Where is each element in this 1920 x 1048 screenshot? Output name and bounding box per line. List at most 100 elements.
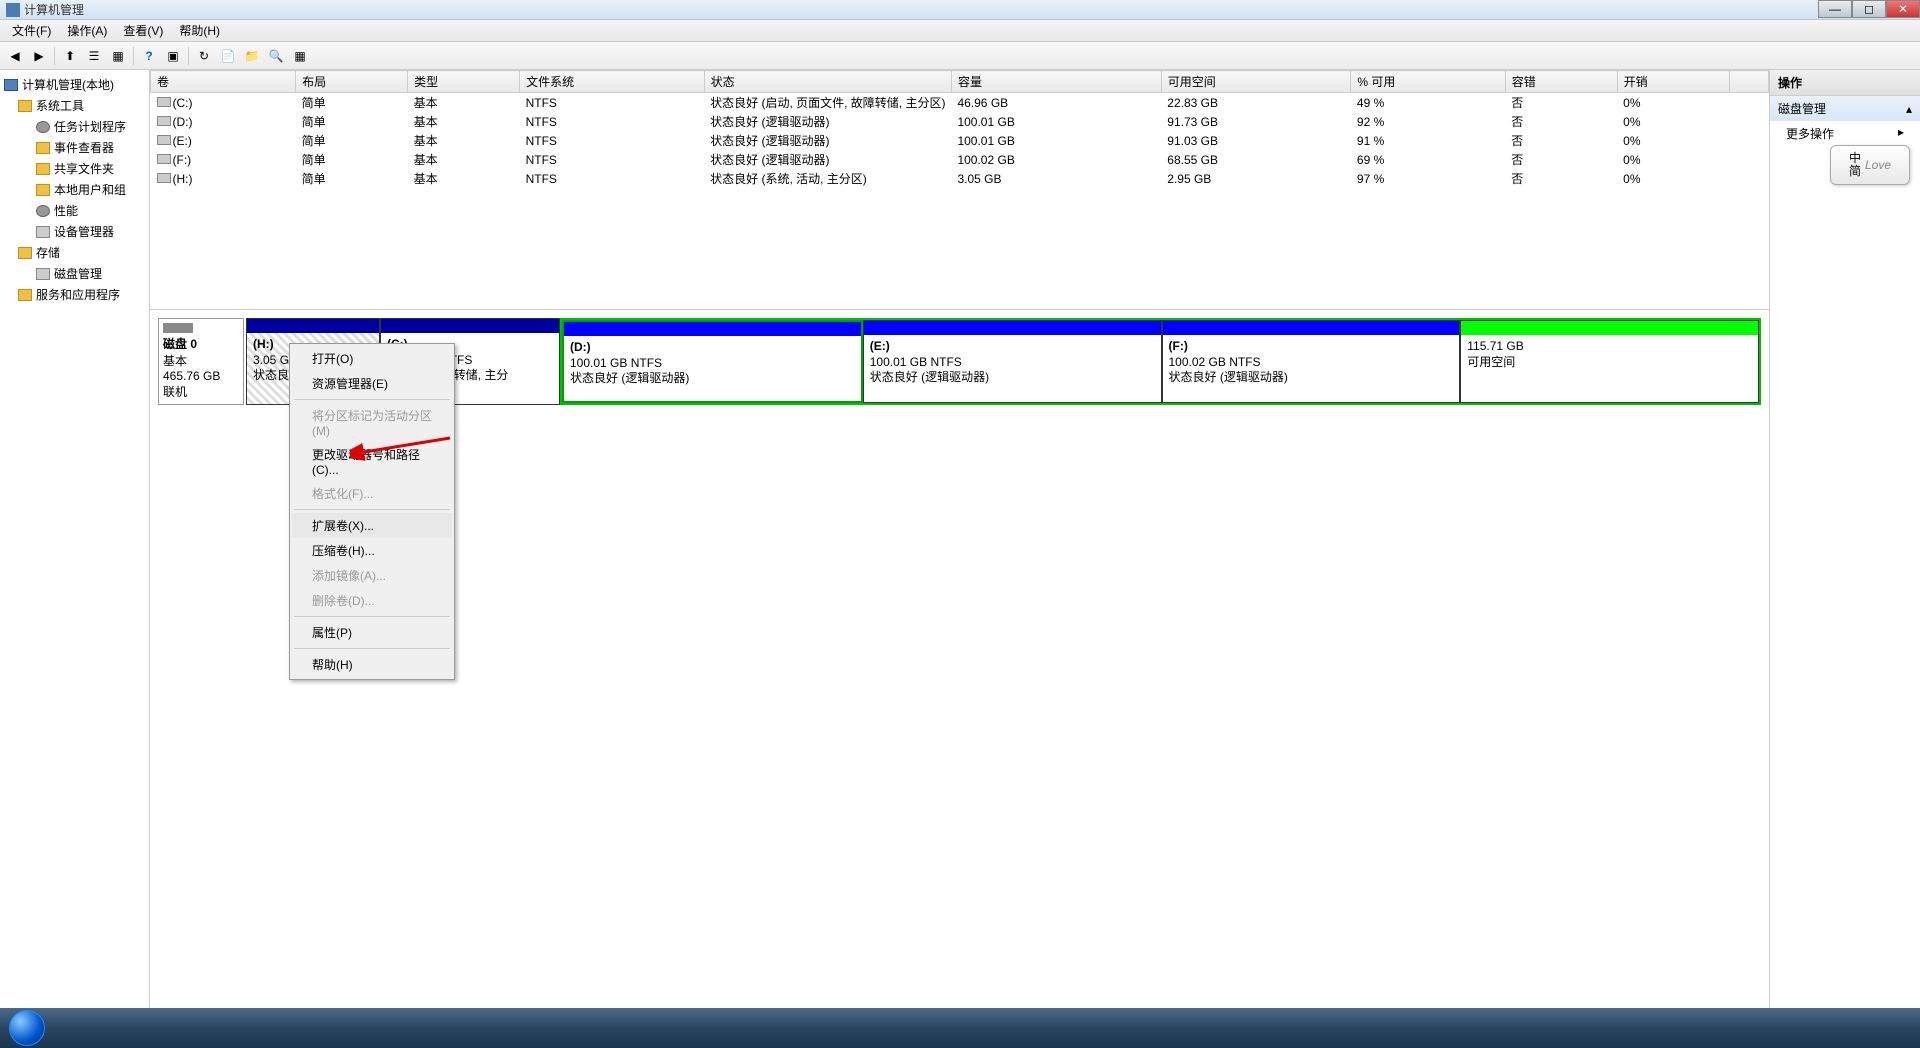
col-spacer [1729, 71, 1768, 93]
toolbar-button[interactable]: 📄 [217, 45, 239, 67]
forward-button[interactable]: ▶ [28, 45, 50, 67]
partition-d[interactable]: (D:) 100.01 GB NTFS 状态良好 (逻辑驱动器) [562, 320, 863, 403]
taskbar-pin[interactable] [272, 1011, 322, 1045]
table-row[interactable]: (C:) 简单 基本 NTFS 状态良好 (启动, 页面文件, 故障转储, 主分… [151, 93, 1769, 113]
refresh-button[interactable]: ↻ [193, 45, 215, 67]
col-capacity[interactable]: 容量 [951, 71, 1161, 93]
tree-shared-folders[interactable]: 共享文件夹 [0, 158, 149, 179]
folder-icon [18, 289, 32, 301]
ctx-separator [294, 616, 450, 617]
partition-status: 状态良好 (逻辑驱动器) [570, 371, 689, 385]
col-overhead[interactable]: 开销 [1617, 71, 1729, 93]
tree-storage[interactable]: 存储 [0, 242, 149, 263]
ctx-properties[interactable]: 属性(P) [292, 620, 452, 645]
cell-drive: (F:) [173, 153, 192, 167]
col-fs[interactable]: 文件系统 [520, 71, 705, 93]
cell-free: 22.83 GB [1161, 93, 1351, 113]
table-row[interactable]: (F:) 简单 基本 NTFS 状态良好 (逻辑驱动器) 100.02 GB 6… [151, 150, 1769, 169]
cell-free: 91.03 GB [1161, 131, 1351, 150]
menu-view[interactable]: 查看(V) [115, 20, 171, 41]
properties-button[interactable]: ▦ [107, 45, 129, 67]
col-volume[interactable]: 卷 [151, 71, 296, 93]
window-title: 计算机管理 [24, 1, 84, 18]
col-free[interactable]: 可用空间 [1161, 71, 1351, 93]
cell-status: 状态良好 (启动, 页面文件, 故障转储, 主分区) [704, 93, 951, 113]
toolbar-button[interactable]: 🔍 [265, 45, 287, 67]
cell-layout: 简单 [296, 112, 408, 131]
ctx-explorer[interactable]: 资源管理器(E) [292, 371, 452, 396]
col-type[interactable]: 类型 [408, 71, 520, 93]
toolbar-button[interactable]: ▣ [162, 45, 184, 67]
col-status[interactable]: 状态 [704, 71, 951, 93]
partition-size: 100.02 GB NTFS [1169, 355, 1261, 369]
ctx-add-mirror: 添加镜像(A)... [292, 563, 452, 588]
folder-icon [36, 163, 50, 175]
help-button[interactable]: ? [138, 45, 160, 67]
menu-file[interactable]: 文件(F) [4, 20, 59, 41]
partition-free[interactable]: 115.71 GB 可用空间 [1460, 320, 1759, 403]
menu-action[interactable]: 操作(A) [59, 20, 115, 41]
tree-local-users[interactable]: 本地用户和组 [0, 179, 149, 200]
close-button[interactable]: ✕ [1886, 0, 1920, 18]
ctx-change-letter[interactable]: 更改驱动器号和路径(C)... [292, 442, 452, 481]
disk-size: 465.76 GB [163, 369, 239, 383]
partition-size: 115.71 GB [1467, 339, 1523, 353]
disk-status: 联机 [163, 383, 239, 400]
partition-bar [247, 319, 379, 333]
partition-status: 状态良好 (逻辑驱动器) [870, 370, 989, 384]
actions-section-label: 磁盘管理 [1778, 100, 1826, 117]
chevron-right-icon: ▸ [1898, 125, 1904, 142]
more-actions[interactable]: 更多操作▸ [1770, 121, 1920, 146]
col-layout[interactable]: 布局 [296, 71, 408, 93]
back-button[interactable]: ◀ [4, 45, 26, 67]
tree-performance[interactable]: 性能 [0, 200, 149, 221]
tree-label: 性能 [54, 202, 78, 219]
taskbar-pin[interactable] [164, 1011, 214, 1045]
start-button[interactable] [0, 1008, 54, 1048]
col-pct[interactable]: % 可用 [1351, 71, 1505, 93]
up-button[interactable]: ⬆ [59, 45, 81, 67]
folder-icon [18, 100, 32, 112]
toolbar-button[interactable]: 📁 [241, 45, 263, 67]
task-icon [36, 121, 50, 133]
maximize-button[interactable]: ◻ [1852, 0, 1886, 18]
ime-toolbar[interactable]: 中 简 Love [1830, 145, 1910, 185]
partitions-container: (H:) 3.05 GB NTFS 状态良好 (C:) 46.96 GB NTF… [246, 318, 1761, 405]
taskbar[interactable] [0, 1008, 1920, 1048]
tree-device-manager[interactable]: 设备管理器 [0, 221, 149, 242]
tree-task-scheduler[interactable]: 任务计划程序 [0, 116, 149, 137]
tree-services[interactable]: 服务和应用程序 [0, 284, 149, 305]
cell-over: 0% [1617, 112, 1729, 131]
cell-drive: (E:) [173, 134, 192, 148]
show-hide-button[interactable]: ☰ [83, 45, 105, 67]
partition-label: (E:) [870, 339, 890, 353]
taskbar-pin[interactable] [218, 1011, 268, 1045]
tree-disk-management[interactable]: 磁盘管理 [0, 263, 149, 284]
nav-tree[interactable]: 计算机管理(本地) 系统工具 任务计划程序 事件查看器 共享文件夹 本地用户和组… [0, 70, 150, 1030]
ctx-open[interactable]: 打开(O) [292, 346, 452, 371]
tree-root[interactable]: 计算机管理(本地) [0, 74, 149, 95]
toolbar-button[interactable]: ▦ [289, 45, 311, 67]
minimize-button[interactable]: — [1818, 0, 1852, 18]
table-row[interactable]: (E:) 简单 基本 NTFS 状态良好 (逻辑驱动器) 100.01 GB 9… [151, 131, 1769, 150]
ctx-help[interactable]: 帮助(H) [292, 652, 452, 677]
ctx-extend-volume[interactable]: 扩展卷(X)... [292, 513, 452, 538]
partition-f[interactable]: (F:) 100.02 GB NTFS 状态良好 (逻辑驱动器) [1162, 320, 1461, 403]
menu-help[interactable]: 帮助(H) [171, 20, 228, 41]
cell-pct: 91 % [1351, 131, 1505, 150]
table-row[interactable]: (D:) 简单 基本 NTFS 状态良好 (逻辑驱动器) 100.01 GB 9… [151, 112, 1769, 131]
taskbar-pin[interactable] [56, 1011, 106, 1045]
ime-charset: 简 [1849, 165, 1861, 178]
tree-event-viewer[interactable]: 事件查看器 [0, 137, 149, 158]
partition-e[interactable]: (E:) 100.01 GB NTFS 状态良好 (逻辑驱动器) [863, 320, 1162, 403]
toolbar: ◀ ▶ ⬆ ☰ ▦ ? ▣ ↻ 📄 📁 🔍 ▦ [0, 42, 1920, 70]
tree-system-tools[interactable]: 系统工具 [0, 95, 149, 116]
cell-over: 0% [1617, 169, 1729, 188]
table-row[interactable]: (H:) 简单 基本 NTFS 状态良好 (系统, 活动, 主分区) 3.05 … [151, 169, 1769, 188]
actions-section[interactable]: 磁盘管理▴ [1770, 96, 1920, 121]
volume-table[interactable]: 卷 布局 类型 文件系统 状态 容量 可用空间 % 可用 容错 开销 (C:) … [150, 70, 1769, 310]
col-fault[interactable]: 容错 [1505, 71, 1617, 93]
taskbar-pin[interactable] [110, 1011, 160, 1045]
ctx-shrink-volume[interactable]: 压缩卷(H)... [292, 538, 452, 563]
disk-info[interactable]: 磁盘 0 基本 465.76 GB 联机 [158, 318, 244, 405]
